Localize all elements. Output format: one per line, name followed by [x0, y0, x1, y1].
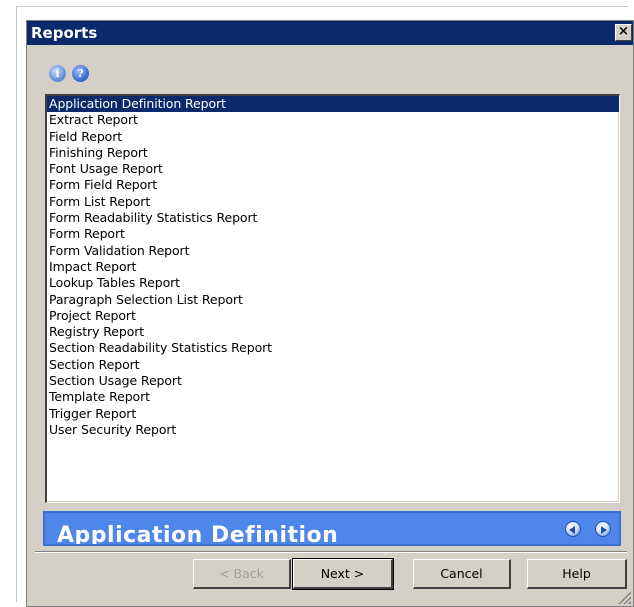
previous-arrow-icon[interactable]	[565, 521, 581, 537]
back-button[interactable]: < Back	[193, 559, 291, 589]
next-arrow-icon[interactable]	[595, 521, 611, 537]
info-icon[interactable]: i	[49, 65, 66, 82]
report-list-item[interactable]: Font Usage Report	[47, 161, 619, 177]
description-title: Application Definition	[57, 523, 339, 546]
report-list-item[interactable]: Project Report	[47, 308, 619, 324]
help-icon[interactable]: ?	[72, 65, 89, 82]
toolbar: i ?	[49, 65, 89, 85]
report-list-item[interactable]: Extract Report	[47, 112, 619, 128]
next-button[interactable]: Next >	[292, 558, 394, 590]
report-list-item[interactable]: User Security Report	[47, 422, 619, 438]
report-list-item[interactable]: Finishing Report	[47, 145, 619, 161]
report-list-item[interactable]: Impact Report	[47, 259, 619, 275]
close-icon: ×	[618, 24, 629, 39]
info-icon-glyph: i	[55, 67, 60, 80]
button-separator	[35, 551, 627, 553]
report-list-item[interactable]: Lookup Tables Report	[47, 275, 619, 291]
reports-dialog: Reports × i ? Application Definition Rep…	[26, 20, 634, 607]
report-list-item[interactable]: Form Readability Statistics Report	[47, 210, 619, 226]
close-button[interactable]: ×	[615, 24, 632, 41]
resize-grip-icon[interactable]	[617, 590, 631, 604]
report-list-item[interactable]: Template Report	[47, 389, 619, 405]
report-list-item[interactable]: Paragraph Selection List Report	[47, 292, 619, 308]
report-list-item[interactable]: Form Report	[47, 226, 619, 242]
report-list-item[interactable]: Form List Report	[47, 194, 619, 210]
outer-frame-top	[16, 6, 628, 7]
cancel-button[interactable]: Cancel	[413, 559, 511, 589]
dialog-title: Reports	[31, 24, 98, 42]
outer-frame-left	[16, 6, 17, 602]
report-list-item[interactable]: Section Report	[47, 357, 619, 373]
report-list-item[interactable]: Application Definition Report	[47, 96, 619, 113]
reports-listbox[interactable]: Application Definition Report Extract Rep…	[45, 94, 620, 503]
report-list-item[interactable]: Section Usage Report	[47, 373, 619, 389]
report-list-item[interactable]: Trigger Report	[47, 406, 619, 422]
report-list-item[interactable]: Form Field Report	[47, 177, 619, 193]
title-bar[interactable]: Reports ×	[27, 21, 633, 45]
help-button[interactable]: Help	[527, 559, 627, 589]
description-panel: Application Definition	[43, 511, 621, 546]
help-icon-glyph: ?	[77, 67, 84, 80]
report-list-item[interactable]: Section Readability Statistics Report	[47, 340, 619, 356]
report-list-item[interactable]: Form Validation Report	[47, 243, 619, 259]
report-list-item[interactable]: Field Report	[47, 129, 619, 145]
report-list-item[interactable]: Registry Report	[47, 324, 619, 340]
